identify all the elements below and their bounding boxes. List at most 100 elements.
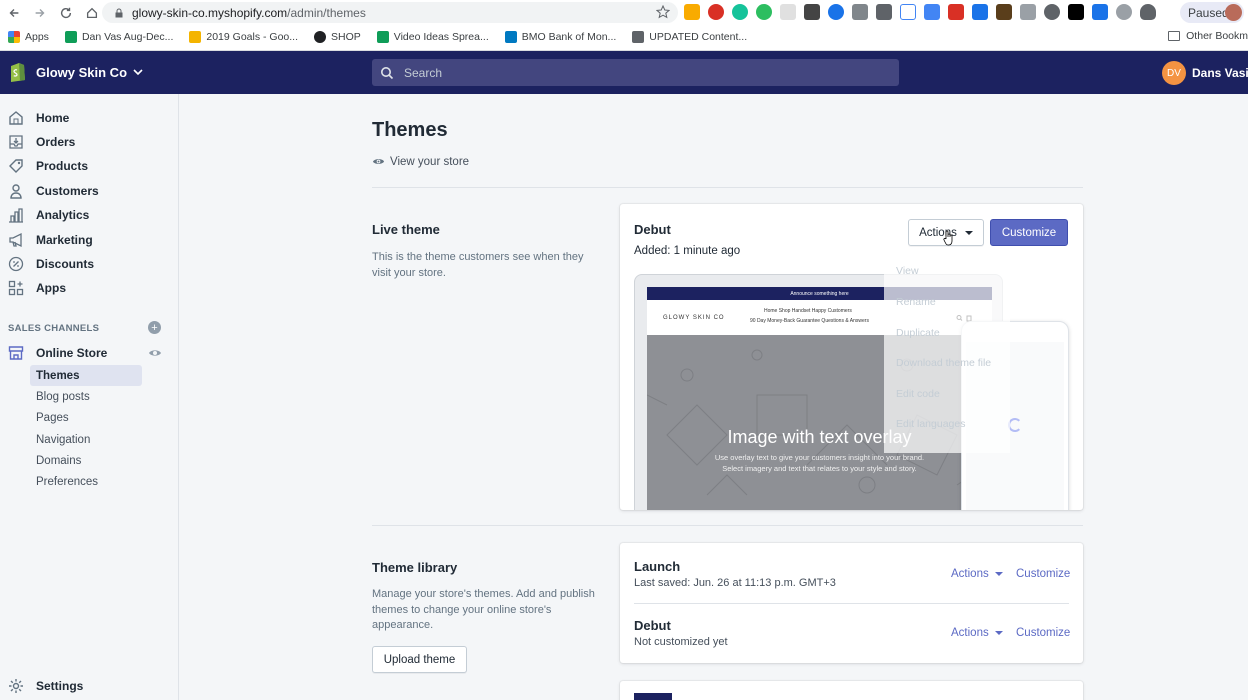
extension-icon[interactable] [876, 4, 892, 20]
sidebar: Home Orders Products Customers Analytics… [0, 94, 179, 700]
library-actions-button[interactable]: Actions [951, 568, 1003, 580]
extension-icon[interactable] [996, 4, 1012, 20]
sales-channels-heading: SALES CHANNELS [8, 323, 100, 334]
admin-topbar: Glowy Skin Co DV Dans Vasilj [0, 51, 1248, 94]
sidebar-item-analytics[interactable]: Analytics [8, 204, 89, 226]
live-theme-heading: Live theme [372, 222, 440, 237]
drive-icon [189, 31, 202, 43]
shopify-logo-icon [11, 63, 25, 82]
reload-icon[interactable] [54, 1, 78, 25]
customize-button[interactable]: Customize [990, 219, 1068, 246]
products-icon [9, 159, 23, 173]
library-theme-meta: Last saved: Jun. 26 at 11:13 p.m. GMT+3 [634, 577, 836, 589]
extension-icon[interactable] [1020, 4, 1036, 20]
library-customize-link[interactable]: Customize [1016, 568, 1070, 580]
bookmark-item[interactable]: Dan Vas Aug-Dec... [64, 31, 173, 43]
address-bar[interactable]: glowy-skin-co.myshopify.com/admin/themes [102, 2, 678, 23]
sidebar-item-blog-posts[interactable]: Blog posts [30, 386, 142, 407]
search-input[interactable] [404, 65, 804, 80]
search-icon [381, 66, 394, 79]
sidebar-item-online-store[interactable]: Online Store [8, 342, 107, 364]
dropdown-item-edit-code[interactable]: Edit code [896, 388, 940, 400]
sidebar-item-pages[interactable]: Pages [30, 407, 142, 428]
dropdown-item-download[interactable]: Download theme file [896, 357, 991, 369]
gear-icon [9, 679, 23, 693]
sidebar-item-themes[interactable]: Themes [30, 365, 142, 386]
home-browser-icon[interactable] [80, 1, 104, 25]
upload-theme-button[interactable]: Upload theme [372, 646, 467, 673]
sidebar-item-domains[interactable]: Domains [30, 450, 142, 471]
store-switcher[interactable]: Glowy Skin Co [8, 61, 143, 83]
other-bookmarks[interactable]: Other Bookm [1168, 30, 1248, 42]
sidebar-item-customers[interactable]: Customers [8, 180, 99, 202]
bookmark-item[interactable]: BMO Bank of Mon... [504, 31, 616, 43]
sidebar-item-marketing[interactable]: Marketing [8, 229, 93, 251]
preview-nav: 90 Day Money-Back Guarantee Questions & … [750, 318, 869, 324]
bookmark-item[interactable]: 2019 Goals - Goo... [189, 31, 298, 43]
extension-icon[interactable] [924, 4, 940, 20]
play-icon[interactable] [1068, 4, 1084, 20]
loading-spinner-icon [1008, 418, 1022, 432]
bookmark-item[interactable]: SHOP [314, 31, 361, 43]
chevron-down-icon [133, 69, 143, 76]
bookmark-item[interactable]: Video Ideas Sprea... [376, 31, 489, 43]
extension-icon[interactable] [1092, 4, 1108, 20]
admin-search[interactable] [372, 59, 899, 86]
bookmark-star-icon[interactable] [656, 5, 670, 19]
adblock-icon[interactable] [708, 4, 724, 20]
eye-icon[interactable] [148, 346, 162, 360]
back-icon[interactable] [2, 1, 26, 25]
iq-icon[interactable] [900, 4, 916, 20]
sidebar-item-apps[interactable]: Apps [8, 277, 66, 299]
live-theme-name: Debut [634, 222, 671, 237]
dropdown-item-view[interactable]: View [896, 265, 919, 277]
sidebar-item-navigation[interactable]: Navigation [30, 429, 142, 450]
library-actions-button[interactable]: Actions [951, 627, 1003, 639]
divider [372, 525, 1083, 526]
library-customize-link[interactable]: Customize [1016, 627, 1070, 639]
extension-icon[interactable] [804, 4, 820, 20]
profile-paused-button[interactable]: Paused [1180, 2, 1244, 23]
bulb-icon[interactable] [1140, 4, 1156, 20]
folder-icon [1168, 31, 1181, 41]
sidebar-item-products[interactable]: Products [8, 155, 88, 177]
extension-icon[interactable] [684, 4, 700, 20]
live-theme-description: This is the theme customers see when the… [372, 251, 584, 279]
extension-icon[interactable] [852, 4, 868, 20]
bookmark-item[interactable]: UPDATED Content... [632, 31, 747, 43]
dropdown-item-rename[interactable]: Rename [896, 296, 936, 308]
browser-nav [0, 0, 104, 25]
library-theme-meta: Not customized yet [634, 636, 728, 648]
view-store-link[interactable]: View your store [372, 155, 469, 168]
extension-icon[interactable] [948, 4, 964, 20]
add-sales-channel-icon[interactable]: + [148, 321, 161, 334]
sidebar-item-home[interactable]: Home [8, 107, 69, 129]
url-host: glowy-skin-co.myshopify.com [132, 5, 288, 20]
caret-down-icon [994, 631, 1003, 635]
url-path: /admin/themes [287, 5, 366, 20]
extension-icon[interactable] [972, 4, 988, 20]
dropdown-item-duplicate[interactable]: Duplicate [896, 327, 940, 339]
user-menu[interactable]: DV Dans Vasilj [1162, 61, 1248, 85]
home-icon [9, 111, 23, 125]
actions-dropdown: View Rename Duplicate Download theme fil… [884, 253, 1010, 453]
marketing-icon [9, 232, 22, 248]
grammarly-icon[interactable] [732, 4, 748, 20]
extension-icon[interactable] [1116, 4, 1132, 20]
preview-nav: Home Shop Handset Happy Customers [764, 308, 852, 314]
live-theme-card: Debut Added: 1 minute ago Actions Custom… [620, 204, 1083, 510]
extension-icon[interactable] [1044, 4, 1060, 20]
extension-icon[interactable] [780, 4, 796, 20]
evernote-icon[interactable] [756, 4, 772, 20]
sidebar-item-orders[interactable]: Orders [8, 131, 75, 153]
page-title: Themes [372, 119, 448, 141]
sidebar-item-preferences[interactable]: Preferences [30, 471, 142, 492]
sidebar-item-discounts[interactable]: Discounts [8, 253, 94, 275]
forward-icon[interactable] [28, 1, 52, 25]
bookmark-item[interactable]: Apps [8, 31, 49, 43]
sidebar-item-settings[interactable]: Settings [8, 675, 83, 697]
analytics-icon [9, 208, 23, 223]
extension-icon[interactable] [828, 4, 844, 20]
lock-icon [115, 8, 123, 17]
dropdown-item-edit-languages[interactable]: Edit languages [896, 418, 965, 430]
